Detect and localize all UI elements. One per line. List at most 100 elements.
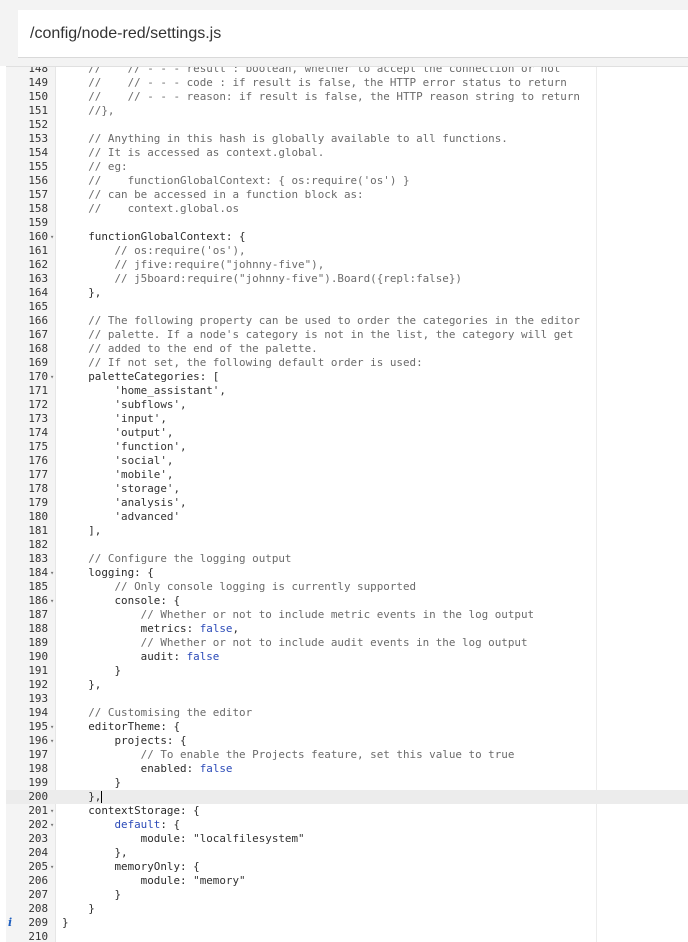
- code-token: }: [62, 916, 69, 929]
- code-line[interactable]: 205 ▾ memoryOnly: {: [6, 860, 688, 874]
- code-text: enabled: false: [62, 762, 233, 776]
- fold-toggle-icon[interactable]: ▾: [50, 720, 54, 734]
- code-text: // Only console logging is currently sup…: [62, 580, 416, 594]
- code-token: console: {: [62, 594, 181, 607]
- code-line[interactable]: 183 // Configure the logging output: [6, 552, 688, 566]
- fold-toggle-icon[interactable]: ▾: [50, 818, 54, 832]
- code-token: module:: [62, 874, 194, 887]
- fold-toggle-icon[interactable]: ▾: [50, 860, 54, 874]
- code-line[interactable]: 150 // // - - - reason: if result is fal…: [6, 90, 688, 104]
- code-line[interactable]: 155 // eg:: [6, 160, 688, 174]
- code-line[interactable]: 174 'output',: [6, 426, 688, 440]
- line-number: 156: [28, 174, 48, 187]
- code-token: 'analysis',: [62, 496, 187, 509]
- code-line[interactable]: 172 'subflows',: [6, 398, 688, 412]
- fold-toggle-icon[interactable]: ▾: [50, 594, 54, 608]
- line-number: 168: [28, 342, 48, 355]
- code-line[interactable]: 170 ▾ paletteCategories: [: [6, 370, 688, 384]
- code-line[interactable]: 184 ▾ logging: {: [6, 566, 688, 580]
- code-line[interactable]: 207 }: [6, 888, 688, 902]
- code-text: // Configure the logging output: [62, 552, 291, 566]
- line-number: 167: [28, 328, 48, 341]
- code-line[interactable]: 158 // context.global.os: [6, 202, 688, 216]
- code-text: // Whether or not to include audit event…: [62, 636, 528, 650]
- code-line[interactable]: 167 // palette. If a node's category is …: [6, 328, 688, 342]
- code-line[interactable]: 168 // added to the end of the palette.: [6, 342, 688, 356]
- code-line[interactable]: 206 module: "memory": [6, 874, 688, 888]
- code-line[interactable]: 160 ▾ functionGlobalContext: {: [6, 230, 688, 244]
- code-line[interactable]: 173 'input',: [6, 412, 688, 426]
- code-line[interactable]: 161 // os:require('os'),: [6, 244, 688, 258]
- code-line[interactable]: 163 // j5board:require("johnny-five").Bo…: [6, 272, 688, 286]
- code-line[interactable]: 148 // // - - - result : boolean, whethe…: [6, 67, 688, 76]
- code-text: 'input',: [62, 412, 166, 426]
- code-line[interactable]: 192 },: [6, 678, 688, 692]
- code-line[interactable]: 203 module: "localfilesystem": [6, 832, 688, 846]
- line-number: 172: [28, 398, 48, 411]
- code-line[interactable]: 162 // jfive:require("johnny-five"),: [6, 258, 688, 272]
- code-line[interactable]: 200 },: [6, 790, 688, 804]
- code-line[interactable]: 169 // If not set, the following default…: [6, 356, 688, 370]
- code-line[interactable]: 194 // Customising the editor: [6, 706, 688, 720]
- code-line[interactable]: 186 ▾ console: {: [6, 594, 688, 608]
- code-line[interactable]: 178 'storage',: [6, 482, 688, 496]
- code-line[interactable]: 189 // Whether or not to include audit e…: [6, 636, 688, 650]
- fold-toggle-icon[interactable]: ▾: [50, 230, 54, 244]
- fold-toggle-icon[interactable]: ▾: [50, 370, 54, 384]
- code-line[interactable]: 166 // The following property can be use…: [6, 314, 688, 328]
- code-text: //},: [62, 104, 114, 118]
- code-line[interactable]: 182: [6, 538, 688, 552]
- fold-toggle-icon[interactable]: ▾: [50, 804, 54, 818]
- code-line[interactable]: 177 'mobile',: [6, 468, 688, 482]
- code-line[interactable]: 208 }: [6, 902, 688, 916]
- code-line[interactable]: 204 },: [6, 846, 688, 860]
- code-token: "memory": [193, 874, 246, 887]
- line-number: 160: [28, 230, 48, 243]
- code-line[interactable]: 149 // // - - - code : if result is fals…: [6, 76, 688, 90]
- code-line[interactable]: 187 // Whether or not to include metric …: [6, 608, 688, 622]
- code-line[interactable]: 176 'social',: [6, 454, 688, 468]
- code-line[interactable]: 201 ▾ contextStorage: {: [6, 804, 688, 818]
- code-line[interactable]: 190 audit: false: [6, 650, 688, 664]
- line-number: 165: [28, 300, 48, 313]
- code-token: //},: [62, 104, 115, 117]
- code-token: 'storage',: [62, 482, 181, 495]
- line-number: 180: [28, 510, 48, 523]
- code-line[interactable]: 188 metrics: false,: [6, 622, 688, 636]
- code-line[interactable]: 153 // Anything in this hash is globally…: [6, 132, 688, 146]
- fold-toggle-icon[interactable]: ▾: [50, 734, 54, 748]
- line-number: 207: [28, 888, 48, 901]
- code-line[interactable]: 198 enabled: false: [6, 762, 688, 776]
- code-line[interactable]: 152: [6, 118, 688, 132]
- code-text: // If not set, the following default ord…: [62, 356, 422, 370]
- line-number: 197: [28, 748, 48, 761]
- code-token: 'function',: [62, 440, 187, 453]
- code-lines[interactable]: 148 // // - - - result : boolean, whethe…: [6, 67, 688, 942]
- code-line[interactable]: 181 ],: [6, 524, 688, 538]
- code-line[interactable]: 196 ▾ projects: {: [6, 734, 688, 748]
- code-line[interactable]: 171 'home_assistant',: [6, 384, 688, 398]
- code-line[interactable]: 157 // can be accessed in a function blo…: [6, 188, 688, 202]
- code-line[interactable]: 210: [6, 930, 688, 942]
- code-line[interactable]: 199 }: [6, 776, 688, 790]
- fold-toggle-icon[interactable]: ▾: [50, 566, 54, 580]
- code-line[interactable]: 191 }: [6, 664, 688, 678]
- code-line[interactable]: 175 'function',: [6, 440, 688, 454]
- code-line[interactable]: i 209}: [6, 916, 688, 930]
- code-line[interactable]: 202 ▾ default: {: [6, 818, 688, 832]
- code-editor[interactable]: 148 // // - - - result : boolean, whethe…: [6, 66, 688, 942]
- code-line[interactable]: 195 ▾ editorTheme: {: [6, 720, 688, 734]
- code-line[interactable]: 193: [6, 692, 688, 706]
- code-line[interactable]: 179 'analysis',: [6, 496, 688, 510]
- code-line[interactable]: 156 // functionGlobalContext: { os:requi…: [6, 174, 688, 188]
- code-token: false: [199, 762, 233, 775]
- code-line[interactable]: 164 },: [6, 286, 688, 300]
- code-line[interactable]: 197 // To enable the Projects feature, s…: [6, 748, 688, 762]
- code-line[interactable]: 185 // Only console logging is currently…: [6, 580, 688, 594]
- code-line[interactable]: 180 'advanced': [6, 510, 688, 524]
- code-line[interactable]: 151 //},: [6, 104, 688, 118]
- code-line[interactable]: 154 // It is accessed as context.global.: [6, 146, 688, 160]
- code-line[interactable]: 159: [6, 216, 688, 230]
- code-line[interactable]: 165: [6, 300, 688, 314]
- code-text: // eg:: [62, 160, 127, 174]
